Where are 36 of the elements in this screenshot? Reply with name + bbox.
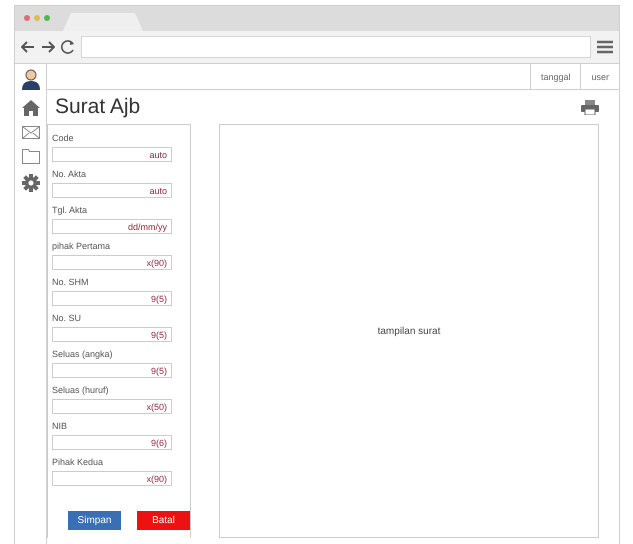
user-avatar-icon[interactable] xyxy=(20,68,40,90)
input-field[interactable]: auto xyxy=(52,147,172,162)
field-label: No. SU xyxy=(52,312,82,325)
page-title: Surat Ajb xyxy=(55,95,140,119)
date-label: tanggal xyxy=(530,64,580,89)
input-field[interactable]: x(90) xyxy=(52,255,172,270)
save-button[interactable]: Simpan xyxy=(68,511,121,530)
mail-icon[interactable] xyxy=(22,126,40,139)
field-label: Code xyxy=(52,132,75,145)
printer-icon[interactable] xyxy=(581,100,599,114)
input-field[interactable]: x(90) xyxy=(52,471,172,486)
input-field[interactable]: dd/mm/yy xyxy=(52,219,172,234)
field-label: Seluas (huruf) xyxy=(52,384,110,397)
field-label: No. Akta xyxy=(52,168,88,181)
input-field[interactable]: 9(6) xyxy=(52,435,172,450)
settings-icon[interactable] xyxy=(22,174,40,192)
input-field[interactable]: x(50) xyxy=(52,399,172,414)
back-icon[interactable] xyxy=(21,41,35,53)
preview-placeholder-text: tampilan surat xyxy=(378,326,440,336)
menu-icon[interactable] xyxy=(597,40,613,54)
field-label: Seluas (angka) xyxy=(52,348,114,361)
input-field[interactable]: 9(5) xyxy=(52,363,172,378)
input-field[interactable]: 9(5) xyxy=(52,327,172,342)
home-icon[interactable] xyxy=(22,100,40,116)
input-field[interactable]: auto xyxy=(52,183,172,198)
folder-icon[interactable] xyxy=(22,149,40,164)
reload-icon[interactable] xyxy=(61,40,75,54)
field-label: Pihak Kedua xyxy=(52,456,104,469)
field-label: pihak Pertama xyxy=(52,240,112,253)
forward-icon[interactable] xyxy=(41,41,55,53)
cancel-button[interactable]: Batal xyxy=(137,511,190,530)
input-field[interactable]: 9(5) xyxy=(52,291,172,306)
field-label: NIB xyxy=(52,420,68,433)
field-label: Tgl. Akta xyxy=(52,204,88,217)
user-label: user xyxy=(580,64,619,89)
field-label: No. SHM xyxy=(52,276,90,289)
